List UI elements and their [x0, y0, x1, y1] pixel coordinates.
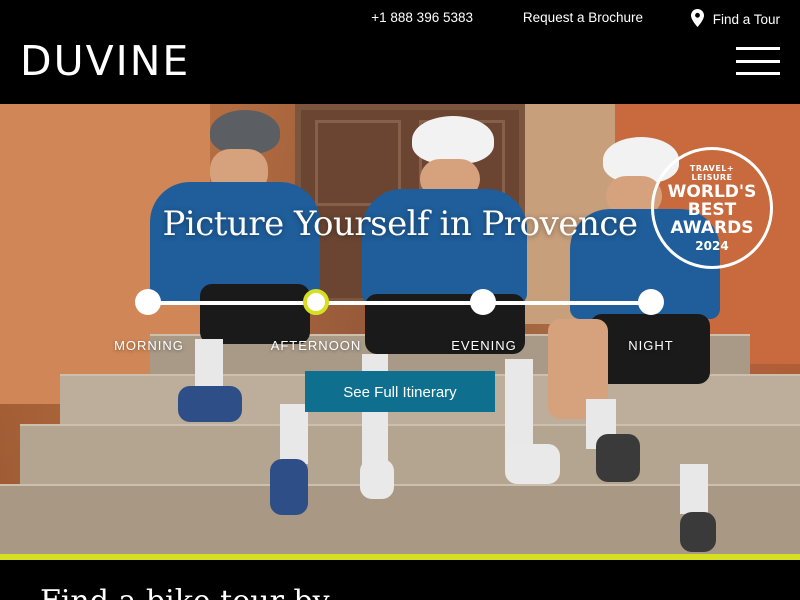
timeline-dot-night[interactable] — [638, 289, 664, 315]
timeline-dot-morning[interactable] — [135, 289, 161, 315]
find-a-tour-link[interactable]: Find a Tour — [690, 9, 780, 28]
day-timeline — [135, 289, 664, 315]
award-brand-line: TRAVEL+ — [689, 164, 735, 173]
timeline-label-night[interactable]: NIGHT — [628, 338, 673, 353]
section-heading: Find a bike tour by — [40, 584, 330, 600]
map-pin-icon — [690, 9, 704, 27]
award-awards: AWARDS — [670, 218, 754, 238]
timeline-dot-afternoon[interactable] — [302, 289, 329, 315]
timeline-line — [148, 301, 651, 305]
award-best: BEST — [687, 200, 737, 220]
find-a-tour-label: Find a Tour — [712, 11, 780, 27]
timeline-label-afternoon[interactable]: AFTERNOON — [271, 338, 362, 353]
duvine-logo[interactable]: DUVINE — [20, 40, 190, 82]
request-brochure-link[interactable]: Request a Brochure — [523, 10, 643, 25]
phone-link[interactable]: +1 888 396 5383 — [371, 10, 473, 25]
award-year: 2024 — [695, 239, 729, 253]
hamburger-menu-icon[interactable] — [736, 47, 780, 75]
award-brand-line-2: LEISURE — [691, 173, 733, 182]
timeline-label-morning[interactable]: MORNING — [114, 338, 184, 353]
find-tour-section: Find a bike tour by — [0, 560, 800, 600]
travel-leisure-award-badge: TRAVEL+ LEISURE WORLD'S BEST AWARDS 2024 — [651, 147, 773, 269]
award-worlds: WORLD'S — [667, 182, 757, 202]
hero-banner: Picture Yourself in Provence MORNING AFT… — [0, 104, 800, 554]
top-utility-nav: +1 888 396 5383 Request a Brochure Find … — [360, 9, 780, 28]
see-full-itinerary-button[interactable]: See Full Itinerary — [305, 371, 495, 412]
timeline-label-evening[interactable]: EVENING — [451, 338, 517, 353]
site-header: DUVINE +1 888 396 5383 Request a Brochur… — [0, 0, 800, 104]
